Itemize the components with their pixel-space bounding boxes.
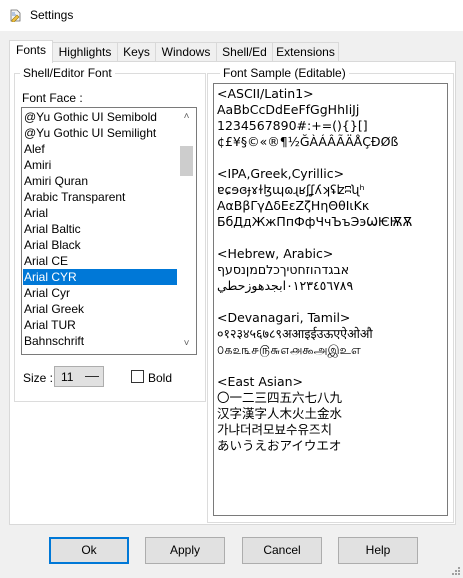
resize-grip-icon[interactable]: [451, 566, 461, 576]
font-list-item[interactable]: Arial Greek: [23, 301, 177, 317]
tab-label: Shell/Ed: [222, 45, 267, 59]
bold-label: Bold: [148, 371, 173, 385]
font-list-item[interactable]: Bahnschrift: [23, 333, 177, 349]
tab-shell-ed[interactable]: Shell/Ed: [216, 42, 273, 61]
sample-line: ٠١٢٣٤٥٦٧٨٩ابجدهوزحطي: [217, 278, 354, 293]
tab-windows[interactable]: Windows: [155, 42, 217, 61]
cancel-button[interactable]: Cancel: [242, 537, 322, 564]
font-face-label: Font Face :: [22, 91, 83, 105]
tab-label: Windows: [161, 45, 211, 59]
font-face-list[interactable]: @Yu Gothic UI Semibold @Yu Gothic UI Sem…: [21, 107, 197, 355]
tab-fonts[interactable]: Fonts: [9, 40, 53, 63]
font-list-item[interactable]: @Yu Gothic UI Semilight: [23, 125, 177, 141]
sample-line: ɐɕɘɞɟɤɫɮɰɷɻʁʃʆʎʞʢʫʭʯʰ: [217, 182, 365, 197]
sample-line: あいうえおアイウエオ: [217, 438, 342, 453]
help-button[interactable]: Help: [338, 537, 418, 564]
sample-line: אבגדהוזחטיךכלםמןנסעף: [217, 262, 350, 277]
sample-line: ०१२३४५६७८९अआइईउऊएऐओऔ: [217, 326, 373, 341]
sample-line: 汉字漢字人木火土金水: [217, 406, 343, 421]
scroll-up-icon[interactable]: ˄: [178, 108, 195, 125]
window-title: Settings: [30, 8, 74, 22]
bold-checkbox[interactable]: [131, 370, 144, 383]
sample-line: AaBbCcDdEeFfGgHhIiJj: [217, 102, 360, 117]
sample-line: ௦௧௨௩௪௫௬௭௮௯அஇஉஎ: [217, 342, 361, 357]
sample-line: <Devanagari, Tamil>: [217, 310, 351, 325]
scroll-down-icon[interactable]: ˅: [178, 335, 195, 352]
sample-line: <East Asian>: [217, 374, 304, 389]
sample-line: <Hebrew, Arabic>: [217, 246, 334, 261]
tab-label: Highlights: [58, 45, 112, 59]
title-bar[interactable]: Settings: [0, 0, 463, 31]
font-list-item[interactable]: Arial CE: [23, 253, 177, 269]
tab-keys[interactable]: Keys: [117, 42, 156, 61]
sample-line: <ASCII/Latin1>: [217, 86, 314, 101]
sample-line: <IPA,Greek,Cyrillic>: [217, 166, 345, 181]
font-sample-text-area[interactable]: <ASCII/Latin1> AaBbCcDdEeFfGgHhIiJj 1234…: [213, 83, 448, 516]
font-list-item[interactable]: @Yu Gothic UI Semibold: [23, 109, 177, 125]
font-list-item[interactable]: Alef: [23, 141, 177, 157]
dropdown-arrow-icon: [85, 376, 99, 379]
tab-label: Keys: [123, 45, 150, 59]
size-label: Size :: [23, 371, 54, 385]
font-list-item-selected[interactable]: Arial CYR: [23, 269, 177, 285]
sample-line: ¢£¥§©«®¶½ĞÀÁÂÃÄÅÇÐØß: [217, 134, 399, 149]
app-icon: [9, 9, 22, 22]
scrollbar-thumb[interactable]: [180, 146, 193, 176]
sample-line: ΑαΒβΓγΔδΕεΖζΗηΘθΙιΚκ: [217, 198, 370, 213]
font-size-dropdown[interactable]: 11: [54, 366, 104, 387]
font-list-item[interactable]: Arabic Transparent: [23, 189, 177, 205]
tab-label: Fonts: [15, 43, 46, 57]
sample-line: БбДдЖжПпФфЧчЪъЭэѠѤѬѪ: [217, 214, 413, 229]
font-list-item[interactable]: Arial Black: [23, 237, 177, 253]
apply-button[interactable]: Apply: [145, 537, 225, 564]
font-list-scrollbar[interactable]: ˄ ˅: [178, 108, 195, 352]
font-sample-title: Font Sample (Editable): [220, 66, 349, 80]
tab-highlights[interactable]: Highlights: [52, 42, 118, 61]
font-list-item[interactable]: Amiri: [23, 157, 177, 173]
font-list-item[interactable]: Arial Cyr: [23, 285, 177, 301]
sample-line: 〇一二三四五六七八九: [217, 390, 343, 405]
font-list-item[interactable]: Arial: [23, 205, 177, 221]
shell-editor-font-title: Shell/Editor Font: [20, 66, 115, 80]
font-list-item[interactable]: Arial Baltic: [23, 221, 177, 237]
sample-line: 1234567890#:+=(){}[]: [217, 118, 368, 133]
ok-button[interactable]: Ok: [49, 537, 129, 564]
font-list-item[interactable]: Amiri Quran: [23, 173, 177, 189]
tab-label: Extensions: [276, 45, 335, 59]
sample-line: 가냐더려모뵤수유즈치: [217, 422, 333, 437]
tab-extensions[interactable]: Extensions: [272, 42, 339, 61]
font-list-item[interactable]: Arial TUR: [23, 317, 177, 333]
font-size-value: 11: [61, 370, 74, 384]
